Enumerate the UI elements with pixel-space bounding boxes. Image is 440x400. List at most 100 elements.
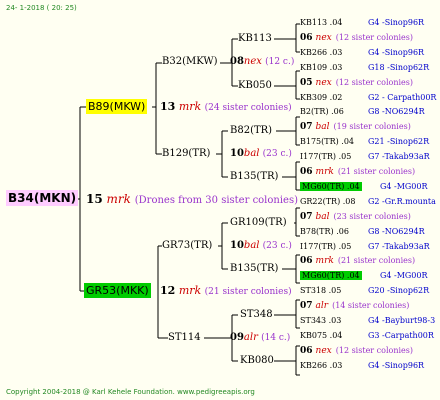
leaf-queen-row: ST318 .05 G20 -Sinop62R bbox=[300, 286, 429, 295]
leaf-reference: G20 -Sinop62R bbox=[368, 286, 430, 296]
leaf-queen-id[interactable]: KB075 .04 bbox=[300, 331, 342, 340]
leaf-drone-number: 06 bbox=[300, 167, 313, 177]
leaf-reference: G8 -NO6294R bbox=[368, 107, 425, 117]
queen-gr53[interactable]: GR53(MKK) bbox=[84, 283, 151, 298]
st114-drone-info: 09alr (14 c.) bbox=[230, 332, 291, 343]
leaf-queen-id[interactable]: MG60(TR) .04 bbox=[300, 271, 362, 281]
queen-kb080[interactable]: KB080 bbox=[240, 356, 274, 366]
queen-kb113[interactable]: KB113 bbox=[238, 34, 272, 44]
leaf-queen-id[interactable]: KB266 .03 bbox=[300, 48, 342, 57]
leaf-drone-code: nex bbox=[315, 32, 332, 43]
leaf-reference: G3 -Carpath00R bbox=[368, 330, 434, 340]
leaf-queen-id[interactable]: GR22(TR) .08 bbox=[300, 197, 355, 206]
pedigree-chart: 24- 1-2018 ( 20: 25) Copyright 2004-2018… bbox=[0, 0, 440, 400]
root-queen[interactable]: B34(MKN) bbox=[6, 190, 79, 206]
leaf-drone-code: mrk bbox=[315, 256, 334, 267]
b129-drone-info: 10bal (23 c.) bbox=[230, 148, 292, 159]
leaf-queen-row: I177(TR) .05 G7 -Takab93aR bbox=[300, 242, 430, 251]
queen-b89[interactable]: B89(MKW) bbox=[86, 99, 148, 114]
leaf-drone-note: (21 sister colonies) bbox=[337, 256, 416, 266]
leaf-queen-id[interactable]: B175(TR) .04 bbox=[300, 137, 354, 146]
leaf-reference: G2 - Carpath00R bbox=[368, 92, 437, 102]
leaf-drone-code: nex bbox=[315, 345, 332, 356]
queen-b135-a[interactable]: B135(TR) bbox=[230, 172, 278, 182]
leaf-drone-note: (21 sister colonies) bbox=[337, 167, 416, 176]
leaf-drone-note: (12 sister colonies) bbox=[335, 77, 414, 87]
leaf-queen-row: B78(TR) .06 G8 -NO6294R bbox=[300, 227, 425, 236]
leaf-drone-row: 06 nex (12 sister colonies) bbox=[300, 345, 414, 356]
leaf-drone-row: 06 mrk (21 sister colonies) bbox=[300, 257, 415, 266]
leaf-drone-number: 06 bbox=[300, 345, 313, 356]
leaf-reference: G21 -Sinop62R bbox=[368, 137, 430, 147]
leaf-drone-code: mrk bbox=[315, 167, 334, 177]
queen-b135-b[interactable]: B135(TR) bbox=[230, 264, 278, 274]
leaf-queen-row: KB113 .04 G4 -Sinop96R bbox=[300, 18, 424, 27]
leaf-queen-id[interactable]: B2(TR) .06 bbox=[300, 107, 344, 116]
leaf-drone-row: 07 bal (23 sister colonies) bbox=[300, 211, 411, 222]
leaf-queen-id[interactable]: ST343 .03 bbox=[300, 316, 341, 325]
leaf-queen-row: KB109 .03 G18 -Sinop62R bbox=[300, 63, 429, 72]
leaf-queen-row: KB266 .03 G4 -Sinop96R bbox=[300, 48, 424, 57]
leaf-drone-row: 07 alr (14 sister colonies) bbox=[300, 302, 409, 311]
leaf-queen-row: MG60(TR) .04 G4 -MG00R bbox=[300, 271, 428, 281]
leaf-queen-row: ST343 .03 G4 -Bayburt98-3 bbox=[300, 316, 435, 325]
leaf-drone-row: 05 nex (12 sister colonies) bbox=[300, 77, 414, 88]
queen-kb050[interactable]: KB050 bbox=[238, 81, 272, 91]
leaf-drone-note: (12 sister colonies) bbox=[335, 345, 414, 355]
leaf-queen-id[interactable]: MG60(TR) .04 bbox=[300, 181, 362, 191]
leaf-queen-id[interactable]: KB266 .03 bbox=[300, 361, 342, 370]
queen-b129[interactable]: B129(TR) bbox=[162, 149, 210, 159]
queen-st114[interactable]: ST114 bbox=[168, 333, 201, 343]
leaf-reference: G7 -Takab93aR bbox=[368, 152, 430, 162]
leaf-drone-note: (19 sister colonies) bbox=[333, 122, 411, 132]
leaf-queen-row: B175(TR) .04 G21 -Sinop62R bbox=[300, 137, 429, 146]
leaf-reference: G18 -Sinop62R bbox=[368, 62, 430, 72]
leaf-reference: G4 -MG00R bbox=[380, 181, 428, 191]
root-drone-info: 15 mrk (Drones from 30 sister colonies) bbox=[86, 192, 298, 206]
leaf-drone-note: (23 sister colonies) bbox=[333, 211, 411, 221]
queen-st348[interactable]: ST348 bbox=[240, 310, 273, 320]
b89-drone-info: 13 mrk (24 sister colonies) bbox=[160, 100, 292, 113]
leaf-queen-id[interactable]: KB113 .04 bbox=[300, 18, 342, 27]
leaf-drone-number: 06 bbox=[300, 256, 313, 267]
leaf-queen-row: MG60(TR) .04 G4 -MG00R bbox=[300, 181, 428, 191]
leaf-reference: G2 -Gr.R.mounta bbox=[368, 196, 436, 206]
leaf-drone-note: (14 sister colonies) bbox=[332, 301, 410, 311]
leaf-drone-note: (12 sister colonies) bbox=[335, 32, 414, 42]
leaf-reference: G4 -MG00R bbox=[380, 271, 428, 281]
leaf-queen-row: KB266 .03 G4 -Sinop96R bbox=[300, 361, 424, 370]
root-id: B34(MKN) bbox=[6, 190, 79, 206]
leaf-drone-number: 07 bbox=[300, 211, 313, 222]
leaf-queen-id[interactable]: KB309 .02 bbox=[300, 93, 342, 102]
leaf-queen-row: KB075 .04 G3 -Carpath00R bbox=[300, 331, 434, 340]
queen-gr73[interactable]: GR73(TR) bbox=[162, 241, 212, 251]
leaf-drone-row: 06 mrk (21 sister colonies) bbox=[300, 168, 415, 177]
leaf-queen-id[interactable]: B78(TR) .06 bbox=[300, 227, 349, 236]
leaf-drone-number: 07 bbox=[300, 122, 313, 133]
leaf-queen-row: GR22(TR) .08 G2 -Gr.R.mounta bbox=[300, 197, 436, 206]
queen-b82[interactable]: B82(TR) bbox=[230, 126, 272, 136]
leaf-queen-row: B2(TR) .06 G8 -NO6294R bbox=[300, 107, 425, 116]
gr73-drone-info: 10bal (23 c.) bbox=[230, 240, 292, 251]
leaf-reference: G4 -Sinop96R bbox=[368, 360, 425, 370]
leaf-reference: G7 -Takab93aR bbox=[368, 241, 430, 251]
gr53-drone-info: 12 mrk (21 sister colonies) bbox=[160, 284, 292, 297]
leaf-reference: G4 -Sinop96R bbox=[368, 47, 425, 57]
leaf-queen-id[interactable]: KB109 .03 bbox=[300, 63, 342, 72]
leaf-reference: G4 -Bayburt98-3 bbox=[368, 316, 436, 325]
leaf-queen-id[interactable]: I177(TR) .05 bbox=[300, 242, 351, 251]
b32-drone-info: 08nex (12 c.) bbox=[230, 56, 295, 67]
leaf-queen-id[interactable]: ST318 .05 bbox=[300, 286, 341, 295]
leaf-reference: G4 -Sinop96R bbox=[368, 18, 425, 27]
queen-gr109[interactable]: GR109(TR) bbox=[230, 218, 287, 228]
leaf-drone-code: bal bbox=[315, 122, 330, 133]
leaf-drone-code: nex bbox=[315, 77, 332, 88]
leaf-queen-id[interactable]: I177(TR) .05 bbox=[300, 152, 351, 161]
leaf-reference: G8 -NO6294R bbox=[368, 226, 425, 236]
copyright-footer: Copyright 2004-2018 @ Karl Kehele Founda… bbox=[6, 388, 255, 396]
leaf-drone-number: 07 bbox=[300, 301, 313, 312]
leaf-drone-row: 07 bal (19 sister colonies) bbox=[300, 123, 411, 132]
queen-b32[interactable]: B32(MKW) bbox=[162, 57, 218, 67]
leaf-drone-row: 06 nex (12 sister colonies) bbox=[300, 32, 414, 43]
leaf-queen-row: I177(TR) .05 G7 -Takab93aR bbox=[300, 152, 430, 161]
